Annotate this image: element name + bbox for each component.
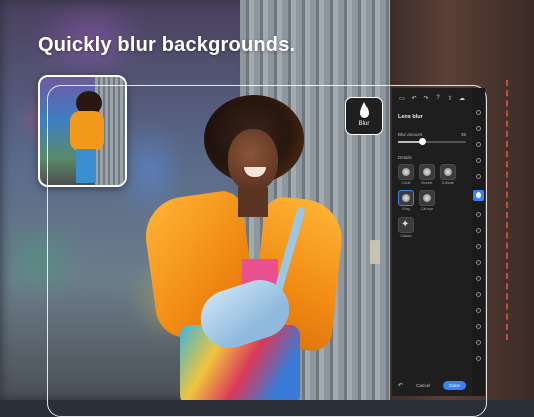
effect-classic[interactable]: ✦ Classic: [398, 217, 414, 238]
effect-ring[interactable]: Ring: [398, 190, 414, 211]
tool-icon[interactable]: [476, 324, 481, 329]
circle-effect-icon: [398, 164, 414, 180]
bubble-effect-icon: [419, 164, 435, 180]
redo-icon[interactable]: ↷: [422, 95, 430, 102]
tool-icon[interactable]: [476, 276, 481, 281]
panel-title: Lens blur: [398, 114, 423, 120]
subject-person: [140, 95, 350, 400]
tool-icon[interactable]: [476, 158, 481, 163]
panel-footer: ↶ Cancel Done: [392, 381, 472, 390]
effects-grid-extra: ✦ Classic: [392, 211, 472, 238]
tool-icon[interactable]: [476, 292, 481, 297]
tool-icon[interactable]: [476, 228, 481, 233]
effect-circle[interactable]: Circle: [398, 164, 414, 185]
help-icon[interactable]: ?: [434, 95, 442, 102]
effect-label: Bubble: [421, 181, 433, 185]
tool-icon[interactable]: [476, 212, 481, 217]
wall-graffiti: [506, 80, 528, 340]
done-button[interactable]: Done: [443, 381, 466, 390]
tool-icon[interactable]: [476, 356, 481, 361]
thumbnail-legs: [76, 149, 96, 183]
tool-icon[interactable]: [476, 244, 481, 249]
face: [228, 129, 278, 191]
effect-label: Ring: [402, 207, 410, 211]
cloud-icon[interactable]: ☁: [458, 95, 466, 102]
slider-knob[interactable]: [418, 138, 426, 145]
blur-tool-icon[interactable]: [473, 190, 484, 201]
sidebar-icon[interactable]: ▭: [398, 95, 406, 102]
blur-tool-badge[interactable]: Blur: [345, 97, 383, 135]
effect-label: 5-blade: [442, 181, 454, 185]
droplet-icon: [359, 101, 369, 118]
blur-amount-label: Blur amount: [398, 132, 423, 137]
tool-icon[interactable]: [476, 126, 481, 131]
tool-rail: [472, 88, 485, 396]
tool-icon[interactable]: [476, 174, 481, 179]
tool-icon[interactable]: [476, 110, 481, 115]
tool-icon[interactable]: [476, 308, 481, 313]
effect-label: Circle: [401, 181, 411, 185]
edit-panel: ▭ ↶ ↷ ? ⇧ ☁ Lens blur Blur amount 35 Det…: [392, 88, 472, 396]
cat-eye-effect-icon: [419, 190, 435, 206]
original-thumbnail[interactable]: [38, 75, 127, 187]
headline: Quickly blur backgrounds.: [38, 34, 296, 56]
blur-badge-label: Blur: [358, 120, 370, 127]
tool-icon[interactable]: [476, 260, 481, 265]
blur-amount-value: 35: [460, 132, 466, 137]
details-section-label: Details: [398, 155, 412, 160]
share-icon[interactable]: ⇧: [446, 95, 454, 102]
blade-effect-icon: [440, 164, 456, 180]
blur-amount-slider[interactable]: [398, 138, 466, 145]
effects-grid: Circle Bubble 5-blade Ring Cat eye: [392, 160, 472, 211]
panel-toolbar: ▭ ↶ ↷ ? ⇧ ☁: [392, 88, 472, 102]
shutter-hinge: [370, 240, 380, 264]
blur-amount-row: Blur amount 35: [392, 120, 472, 137]
neck: [238, 187, 268, 217]
sparkle-effect-icon: ✦: [398, 217, 414, 233]
undo-icon[interactable]: ↶: [410, 95, 418, 102]
undo-icon[interactable]: ↶: [398, 382, 403, 389]
sparkle-icon: ✦: [401, 219, 410, 230]
thumbnail-body: [70, 111, 104, 151]
ring-effect-icon: [398, 190, 414, 206]
tool-icon[interactable]: [476, 142, 481, 147]
effect-5-blade[interactable]: 5-blade: [440, 164, 456, 185]
tool-icon[interactable]: [476, 340, 481, 345]
cancel-button[interactable]: Cancel: [416, 383, 430, 388]
effect-cat-eye[interactable]: Cat eye: [419, 190, 435, 211]
effect-label: Cat eye: [420, 207, 434, 211]
effect-bubble[interactable]: Bubble: [419, 164, 435, 185]
effect-label: Classic: [400, 234, 412, 238]
